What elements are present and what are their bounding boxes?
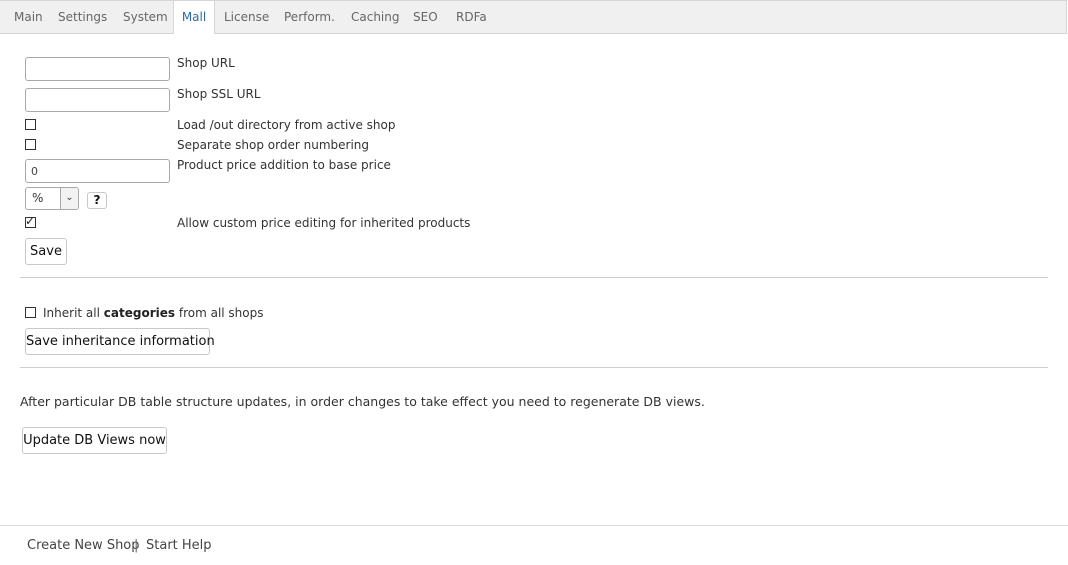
tab-main[interactable]: Main — [14, 1, 43, 33]
load-out-dir-checkbox[interactable] — [25, 119, 36, 130]
checkmark-icon: ✓ — [25, 214, 36, 228]
footer: Create New Shop | Start Help — [0, 525, 1068, 565]
tab-rdfa[interactable]: RDFa — [456, 1, 487, 33]
update-db-views-button[interactable]: Update DB Views now — [22, 427, 167, 454]
separate-order-numbering-label: Separate shop order numbering — [177, 138, 369, 152]
price-addition-label: Product price addition to base price — [177, 158, 391, 172]
create-new-shop-link[interactable]: Create New Shop — [27, 538, 140, 553]
separate-order-numbering-checkbox[interactable] — [25, 139, 36, 150]
tab-mall[interactable]: Mall — [173, 1, 215, 34]
db-views-info: After particular DB table structure upda… — [20, 394, 705, 409]
shop-ssl-url-input[interactable] — [25, 88, 170, 112]
section-divider — [20, 277, 1048, 278]
tab-perform[interactable]: Perform. — [284, 1, 335, 33]
chevron-down-icon: ⌄ — [60, 188, 78, 209]
price-unit-select[interactable]: % ⌄ — [25, 187, 79, 210]
section-divider — [20, 367, 1048, 368]
start-help-link[interactable]: Start Help — [146, 538, 212, 553]
inherit-categories-label: Inherit all categories from all shops — [43, 306, 264, 320]
shop-url-input[interactable] — [25, 57, 170, 81]
tab-license[interactable]: License — [224, 1, 269, 33]
price-addition-input[interactable] — [25, 159, 170, 183]
allow-custom-price-checkbox[interactable]: ✓ — [25, 214, 36, 228]
footer-separator: | — [134, 538, 139, 553]
price-unit-value: % — [32, 191, 44, 205]
shop-ssl-url-label: Shop SSL URL — [177, 87, 261, 101]
tab-caching[interactable]: Caching — [351, 1, 400, 33]
shop-url-label: Shop URL — [177, 56, 235, 70]
save-inheritance-button[interactable]: Save inheritance information — [25, 328, 215, 355]
tab-system[interactable]: System — [123, 1, 168, 33]
inherit-categories-checkbox[interactable] — [25, 307, 36, 318]
allow-custom-price-label: Allow custom price editing for inherited… — [177, 216, 471, 230]
help-button[interactable]: ? — [87, 192, 107, 209]
load-out-dir-label: Load /out directory from active shop — [177, 118, 396, 132]
inherit-label-prefix: Inherit all — [43, 306, 100, 320]
tab-seo[interactable]: SEO — [413, 1, 438, 33]
inherit-label-bold: categories — [103, 306, 176, 320]
inherit-label-suffix: from all shops — [178, 306, 264, 320]
tab-bar: Main Settings System Mall License Perfor… — [0, 0, 1067, 34]
save-button[interactable]: Save — [25, 238, 67, 265]
tab-settings[interactable]: Settings — [58, 1, 107, 33]
